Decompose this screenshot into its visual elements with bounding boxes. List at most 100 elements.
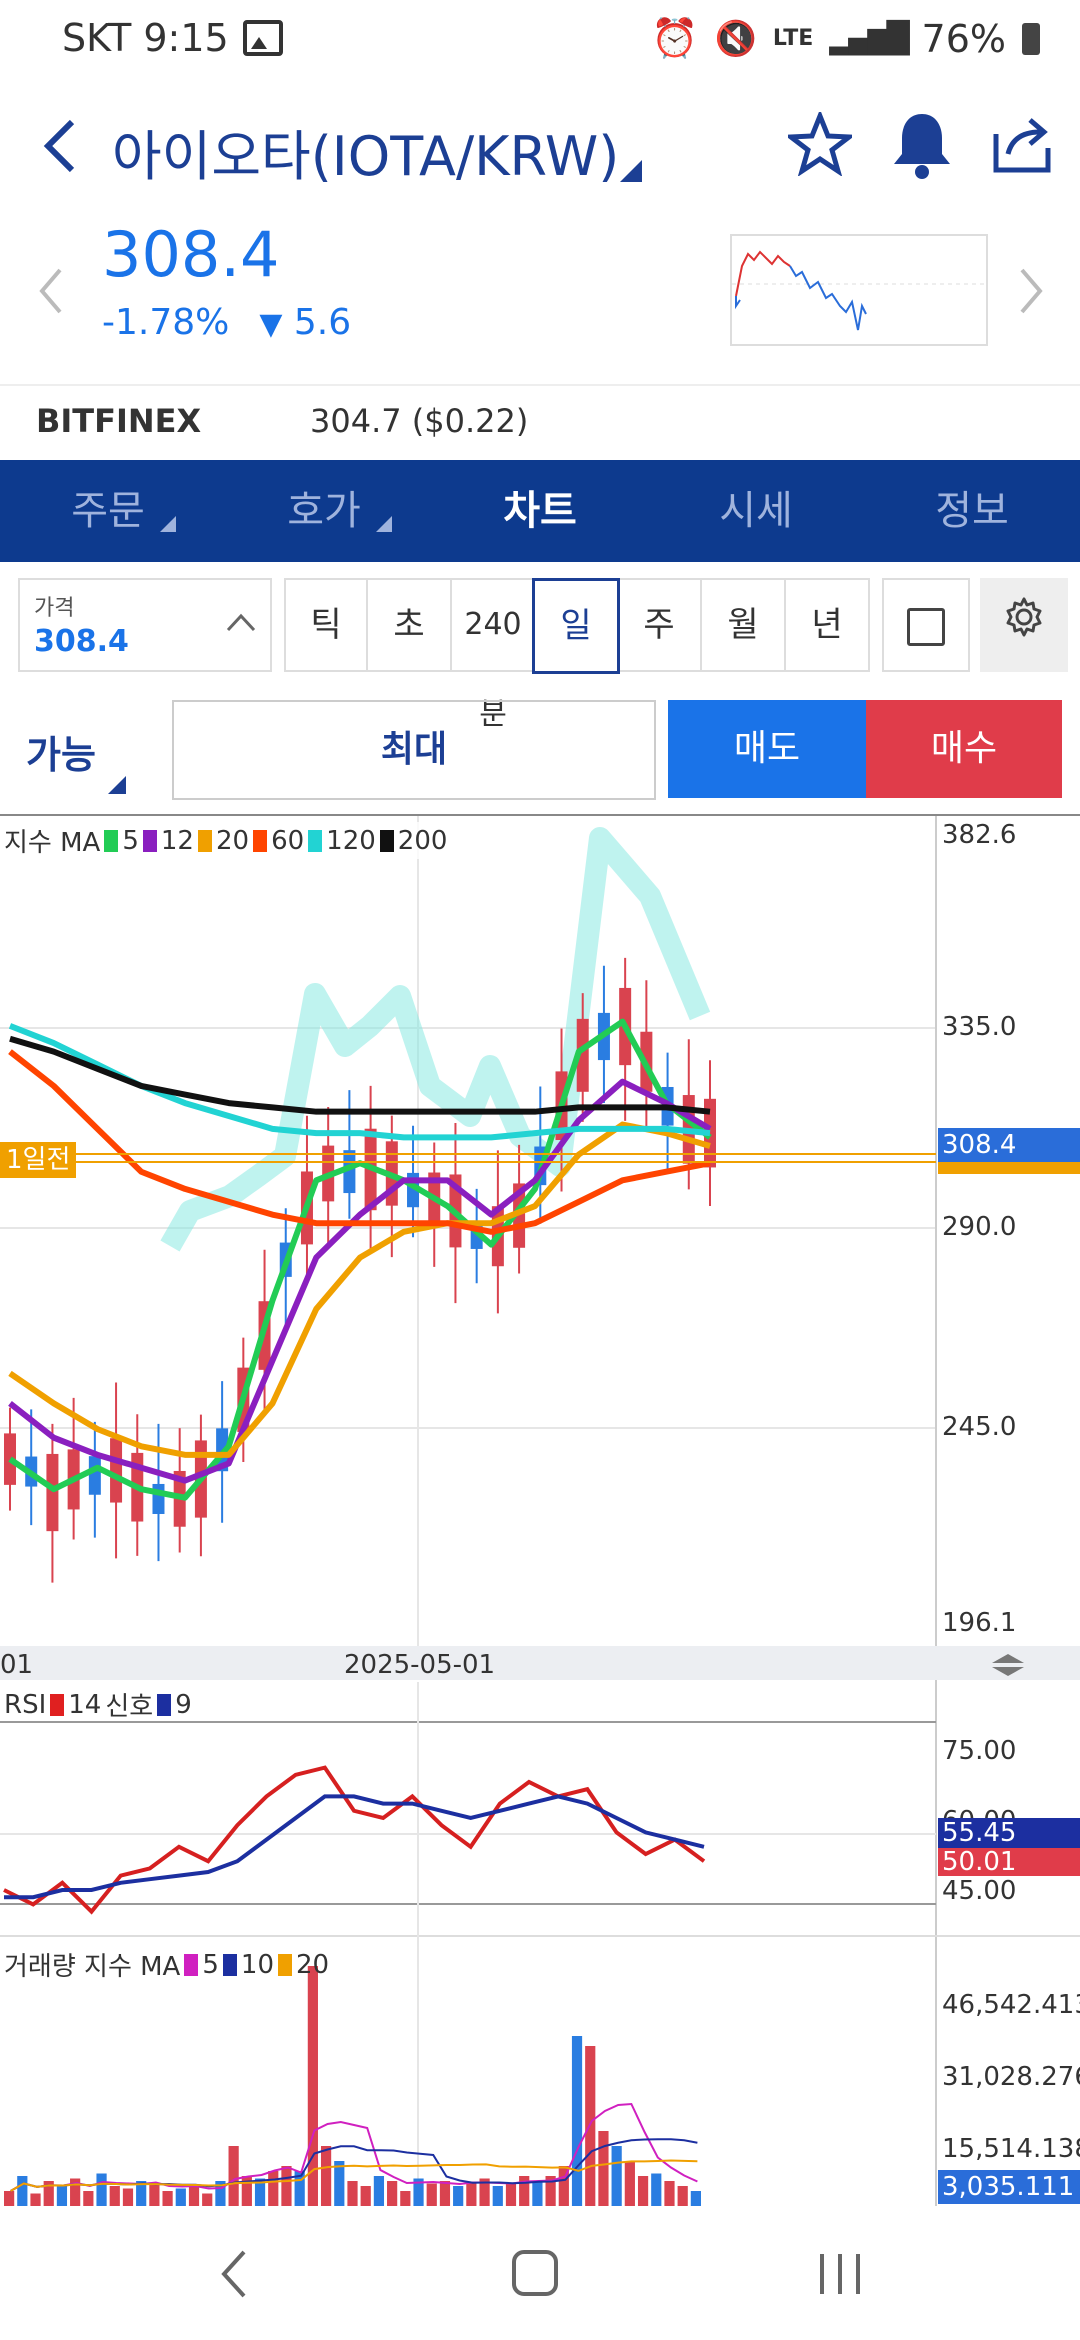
page-title[interactable]: 아이오타(IOTA/KRW) xyxy=(112,112,619,191)
change-percent: -1.78% xyxy=(102,302,230,343)
chart-canvas[interactable] xyxy=(0,816,1080,2206)
ma-label-120: 120 xyxy=(326,825,376,856)
volume-bar xyxy=(17,2176,28,2206)
volume-bar xyxy=(690,2191,701,2206)
panel-resize-icon[interactable] xyxy=(990,1652,1026,1678)
prev-symbol-icon[interactable] xyxy=(36,266,66,316)
vol-ma-swatch-20 xyxy=(278,1953,292,1976)
tab-label: 주문 xyxy=(71,488,145,534)
tab-orderbook[interactable]: 호가 xyxy=(216,460,432,562)
price-field-label: 가격 xyxy=(34,596,75,621)
vol-y-2: 31,028.276 xyxy=(942,2062,1080,2092)
back-icon[interactable] xyxy=(36,116,86,176)
chart-area[interactable]: 지수 MA 5 12 20 60 120 200 382.6 335.0 290.0 24… xyxy=(0,814,1080,2206)
gear-icon xyxy=(1003,582,1045,672)
tab-chart[interactable]: 차트 xyxy=(432,460,648,562)
lte-icon: LTE xyxy=(772,25,814,51)
candle-body xyxy=(152,1483,165,1514)
interval-second[interactable]: 초 xyxy=(366,578,452,672)
price-field[interactable]: 가격 308.4 xyxy=(18,578,272,672)
rsi-y-45: 45.00 xyxy=(942,1876,1017,1906)
title-dropdown-icon[interactable] xyxy=(620,160,642,182)
vol-ma-label-5: 5 xyxy=(202,1949,219,1980)
order-mode[interactable]: 가능 xyxy=(26,724,96,779)
alarm-icon: ⏰ xyxy=(651,16,699,60)
volume-bar xyxy=(334,2161,345,2206)
volume-bar xyxy=(56,2186,68,2206)
ma-line-12 xyxy=(8,1078,712,1484)
candle-body xyxy=(46,1453,59,1532)
volume-legend-prefix: 거래량 지수 MA xyxy=(4,1952,181,1982)
sell-button[interactable]: 매도 xyxy=(668,700,866,798)
volume-bar xyxy=(202,2193,213,2206)
nav-recents-icon[interactable] xyxy=(816,2250,864,2298)
fullscreen-button[interactable] xyxy=(882,578,970,672)
battery-icon xyxy=(1022,22,1040,55)
max-button[interactable]: 최대 xyxy=(172,700,656,800)
change-amount-group: ▼ 5.6 xyxy=(259,302,351,343)
interval-week[interactable]: 주 xyxy=(616,578,702,672)
settings-button[interactable] xyxy=(980,578,1068,672)
ma-line-20 xyxy=(8,1121,711,1458)
ma-swatch-12 xyxy=(142,829,157,852)
exchange-value: 304.7 ($0.22) xyxy=(310,402,529,440)
nav-back-icon[interactable] xyxy=(214,2246,254,2302)
interval-month[interactable]: 월 xyxy=(700,578,786,672)
volume-bar xyxy=(624,2161,635,2206)
volume-legend[interactable]: 거래량 지수 MA 5 10 20 xyxy=(4,1946,329,1983)
candle-body xyxy=(110,1438,123,1503)
volume-bar xyxy=(532,2181,543,2206)
star-icon[interactable] xyxy=(784,109,856,177)
order-row: 가능 최대 매도 매수 xyxy=(0,700,1080,804)
volume-bar xyxy=(149,2183,160,2206)
price-change: -1.78% ▼ 5.6 xyxy=(102,302,351,343)
volume-bar xyxy=(651,2173,662,2206)
order-mode-dropdown-icon[interactable] xyxy=(108,776,126,794)
battery-text: 76% xyxy=(921,16,1006,61)
ma-swatch-60 xyxy=(253,829,268,852)
volume-bar xyxy=(598,2131,609,2206)
volume-bar xyxy=(426,2183,437,2206)
volume-bar xyxy=(664,2181,675,2206)
x-axis-strip xyxy=(0,1646,1080,1680)
volume-bar xyxy=(400,2191,411,2206)
chevron-up-icon[interactable] xyxy=(226,608,256,638)
status-bar: SKT 9:15 ⏰ 🔇 LTE ▂▄▆█ 76% xyxy=(0,0,1080,86)
system-nav-bar xyxy=(0,2210,1080,2340)
vol-y-3: 15,514.138 xyxy=(942,2134,1080,2164)
interval-day[interactable]: 일 xyxy=(532,578,620,674)
current-price-tag: 308.4 xyxy=(938,1128,1080,1162)
nav-home-icon[interactable] xyxy=(512,2250,558,2296)
candle-body xyxy=(88,1456,101,1495)
dropdown-triangle-icon xyxy=(376,516,392,532)
tab-order[interactable]: 주문 xyxy=(0,460,216,562)
vol-ma-label-20: 20 xyxy=(296,1949,330,1980)
volume-bar xyxy=(268,2171,279,2206)
volume-bar xyxy=(188,2186,200,2206)
ma-label-20: 20 xyxy=(215,825,250,856)
down-arrow-icon: ▼ xyxy=(259,307,283,342)
vol-ma-swatch-10 xyxy=(222,1953,237,1976)
interval-year[interactable]: 년 xyxy=(784,578,870,672)
vol-ma-swatch-5 xyxy=(184,1953,199,1976)
tab-label: 정보 xyxy=(935,488,1009,534)
mini-chart[interactable] xyxy=(730,234,988,346)
main-legend[interactable]: 지수 MA 5 12 20 60 120 200 xyxy=(4,822,448,859)
interval-240min[interactable]: 240분 xyxy=(450,578,536,732)
tab-market[interactable]: 시세 xyxy=(648,460,864,562)
ma-swatch-20 xyxy=(197,829,212,852)
volume-bar xyxy=(347,2181,358,2206)
rsi-color-swatch xyxy=(50,1693,65,1716)
tab-info[interactable]: 정보 xyxy=(864,460,1080,562)
next-symbol-icon[interactable] xyxy=(1016,266,1046,316)
exchange-row: BITFINEX 304.7 ($0.22) xyxy=(0,384,1080,458)
ma-swatch-5 xyxy=(104,829,119,852)
interval-tick[interactable]: 틱 xyxy=(284,578,368,672)
rsi-legend[interactable]: RSI 14 신호 9 xyxy=(4,1686,192,1723)
volume-bar xyxy=(162,2191,173,2206)
buy-button[interactable]: 매수 xyxy=(866,700,1062,798)
carrier-time: SKT 9:15 xyxy=(62,16,229,60)
share-icon[interactable] xyxy=(990,112,1054,176)
bell-icon[interactable] xyxy=(890,110,954,180)
ma-label-5: 5 xyxy=(122,825,139,856)
